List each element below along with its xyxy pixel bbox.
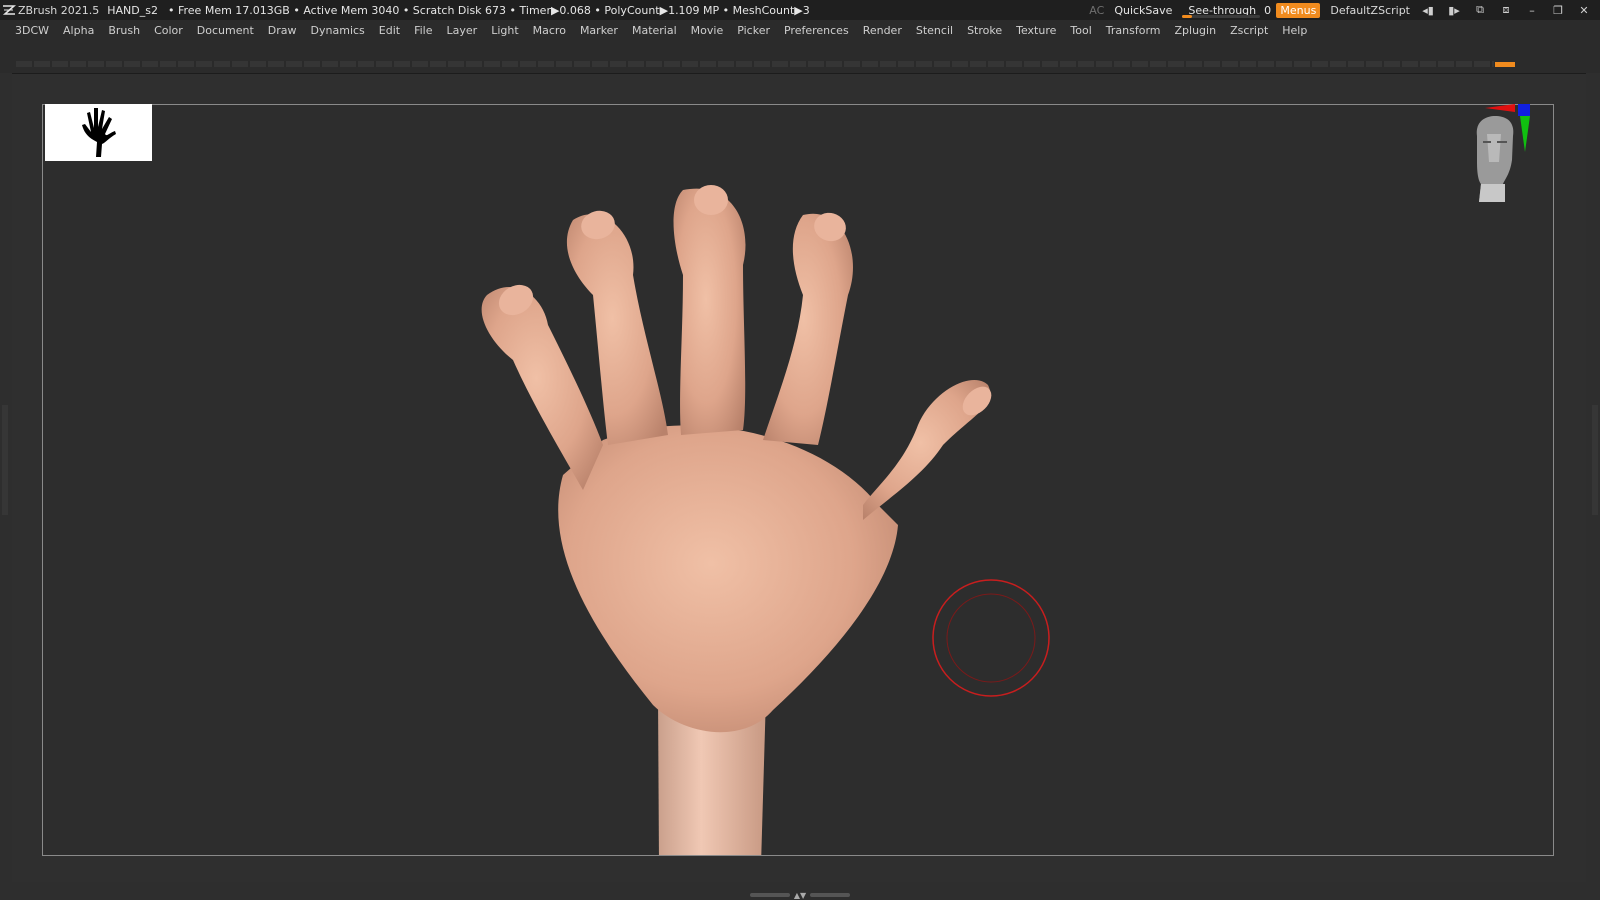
menu-item-zplugin[interactable]: Zplugin — [1168, 24, 1224, 37]
right-tray-handle[interactable] — [1592, 405, 1598, 515]
top-shelf — [0, 41, 1600, 73]
collapse-right-icon[interactable]: ▮▸ — [1446, 2, 1462, 18]
handle-grip-left — [749, 893, 790, 897]
bottom-tray-handle[interactable]: ▲▼ — [745, 890, 855, 900]
menu-item-color[interactable]: Color — [147, 24, 190, 37]
see-through-value: 0 — [1264, 3, 1272, 17]
hand-silhouette-icon[interactable] — [45, 104, 152, 161]
menu-item-alpha[interactable]: Alpha — [56, 24, 101, 37]
menu-item-preferences[interactable]: Preferences — [777, 24, 856, 37]
menu-item-movie[interactable]: Movie — [684, 24, 731, 37]
handle-grip-right — [810, 893, 851, 897]
status-readout: • Free Mem 17.013GB • Active Mem 3040 • … — [168, 3, 810, 17]
see-through-slider[interactable]: See-through 0 — [1182, 1, 1271, 19]
menu-item-marker[interactable]: Marker — [573, 24, 625, 37]
menus-button[interactable]: Menus — [1276, 2, 1321, 18]
left-tray-handle[interactable] — [2, 405, 8, 515]
menu-bar: 3DCW Alpha Brush Color Document Draw Dynamics E… — [0, 20, 1600, 41]
menu-item-texture[interactable]: Texture — [1009, 24, 1063, 37]
menu-item-zscript[interactable]: Zscript — [1223, 24, 1275, 37]
expand-arrows-icon: ▲▼ — [793, 890, 807, 900]
script-button[interactable]: DefaultZScript — [1330, 4, 1410, 17]
layout-swap-icon[interactable]: ⧈ — [1498, 2, 1514, 18]
menu-item-material[interactable]: Material — [625, 24, 684, 37]
app-title: ZBrush 2021.5 — [18, 3, 100, 17]
quicksave-button[interactable]: QuickSave — [1114, 4, 1172, 17]
menu-item-layer[interactable]: Layer — [440, 24, 485, 37]
menu-item-light[interactable]: Light — [484, 24, 525, 37]
menu-item-transform[interactable]: Transform — [1099, 24, 1168, 37]
close-icon[interactable]: ✕ — [1576, 2, 1592, 18]
head-navigation-icon[interactable] — [1465, 104, 1535, 209]
document-name: HAND_s2 — [107, 3, 158, 17]
canvas-area — [12, 73, 1586, 882]
menu-item-stencil[interactable]: Stencil — [909, 24, 960, 37]
menu-item-edit[interactable]: Edit — [372, 24, 407, 37]
shelf-divider — [16, 61, 1494, 67]
menu-item-brush[interactable]: Brush — [101, 24, 147, 37]
zbrush-logo-icon[interactable] — [0, 4, 18, 16]
menu-item-draw[interactable]: Draw — [261, 24, 304, 37]
title-bar: ZBrush 2021.5 HAND_s2 • Free Mem 17.013G… — [0, 0, 1600, 20]
menu-item-file[interactable]: File — [407, 24, 439, 37]
minimize-icon[interactable]: – — [1524, 2, 1540, 18]
see-through-fill — [1182, 15, 1192, 18]
titlebar-right: AC QuickSave See-through 0 Menus Default… — [1089, 0, 1592, 20]
menu-item-dynamics[interactable]: Dynamics — [304, 24, 372, 37]
see-through-track — [1182, 15, 1261, 18]
restore-icon[interactable]: ❐ — [1550, 2, 1566, 18]
menu-item-macro[interactable]: Macro — [526, 24, 573, 37]
menu-item-tool[interactable]: Tool — [1063, 24, 1098, 37]
hand-model — [481, 185, 1050, 855]
menu-item-document[interactable]: Document — [190, 24, 261, 37]
menu-item-help[interactable]: Help — [1275, 24, 1314, 37]
document-viewport[interactable] — [42, 104, 1554, 856]
collapse-left-icon[interactable]: ◂▮ — [1420, 2, 1436, 18]
ac-indicator[interactable]: AC — [1089, 4, 1104, 17]
menu-item-3dcw[interactable]: 3DCW — [8, 24, 56, 37]
menu-item-picker[interactable]: Picker — [730, 24, 777, 37]
menu-item-render[interactable]: Render — [856, 24, 909, 37]
menu-item-stroke[interactable]: Stroke — [960, 24, 1009, 37]
layout-icon[interactable]: ⧉ — [1472, 2, 1488, 18]
shelf-indicator[interactable] — [1495, 62, 1515, 67]
brush-cursor-icon — [932, 579, 1050, 697]
